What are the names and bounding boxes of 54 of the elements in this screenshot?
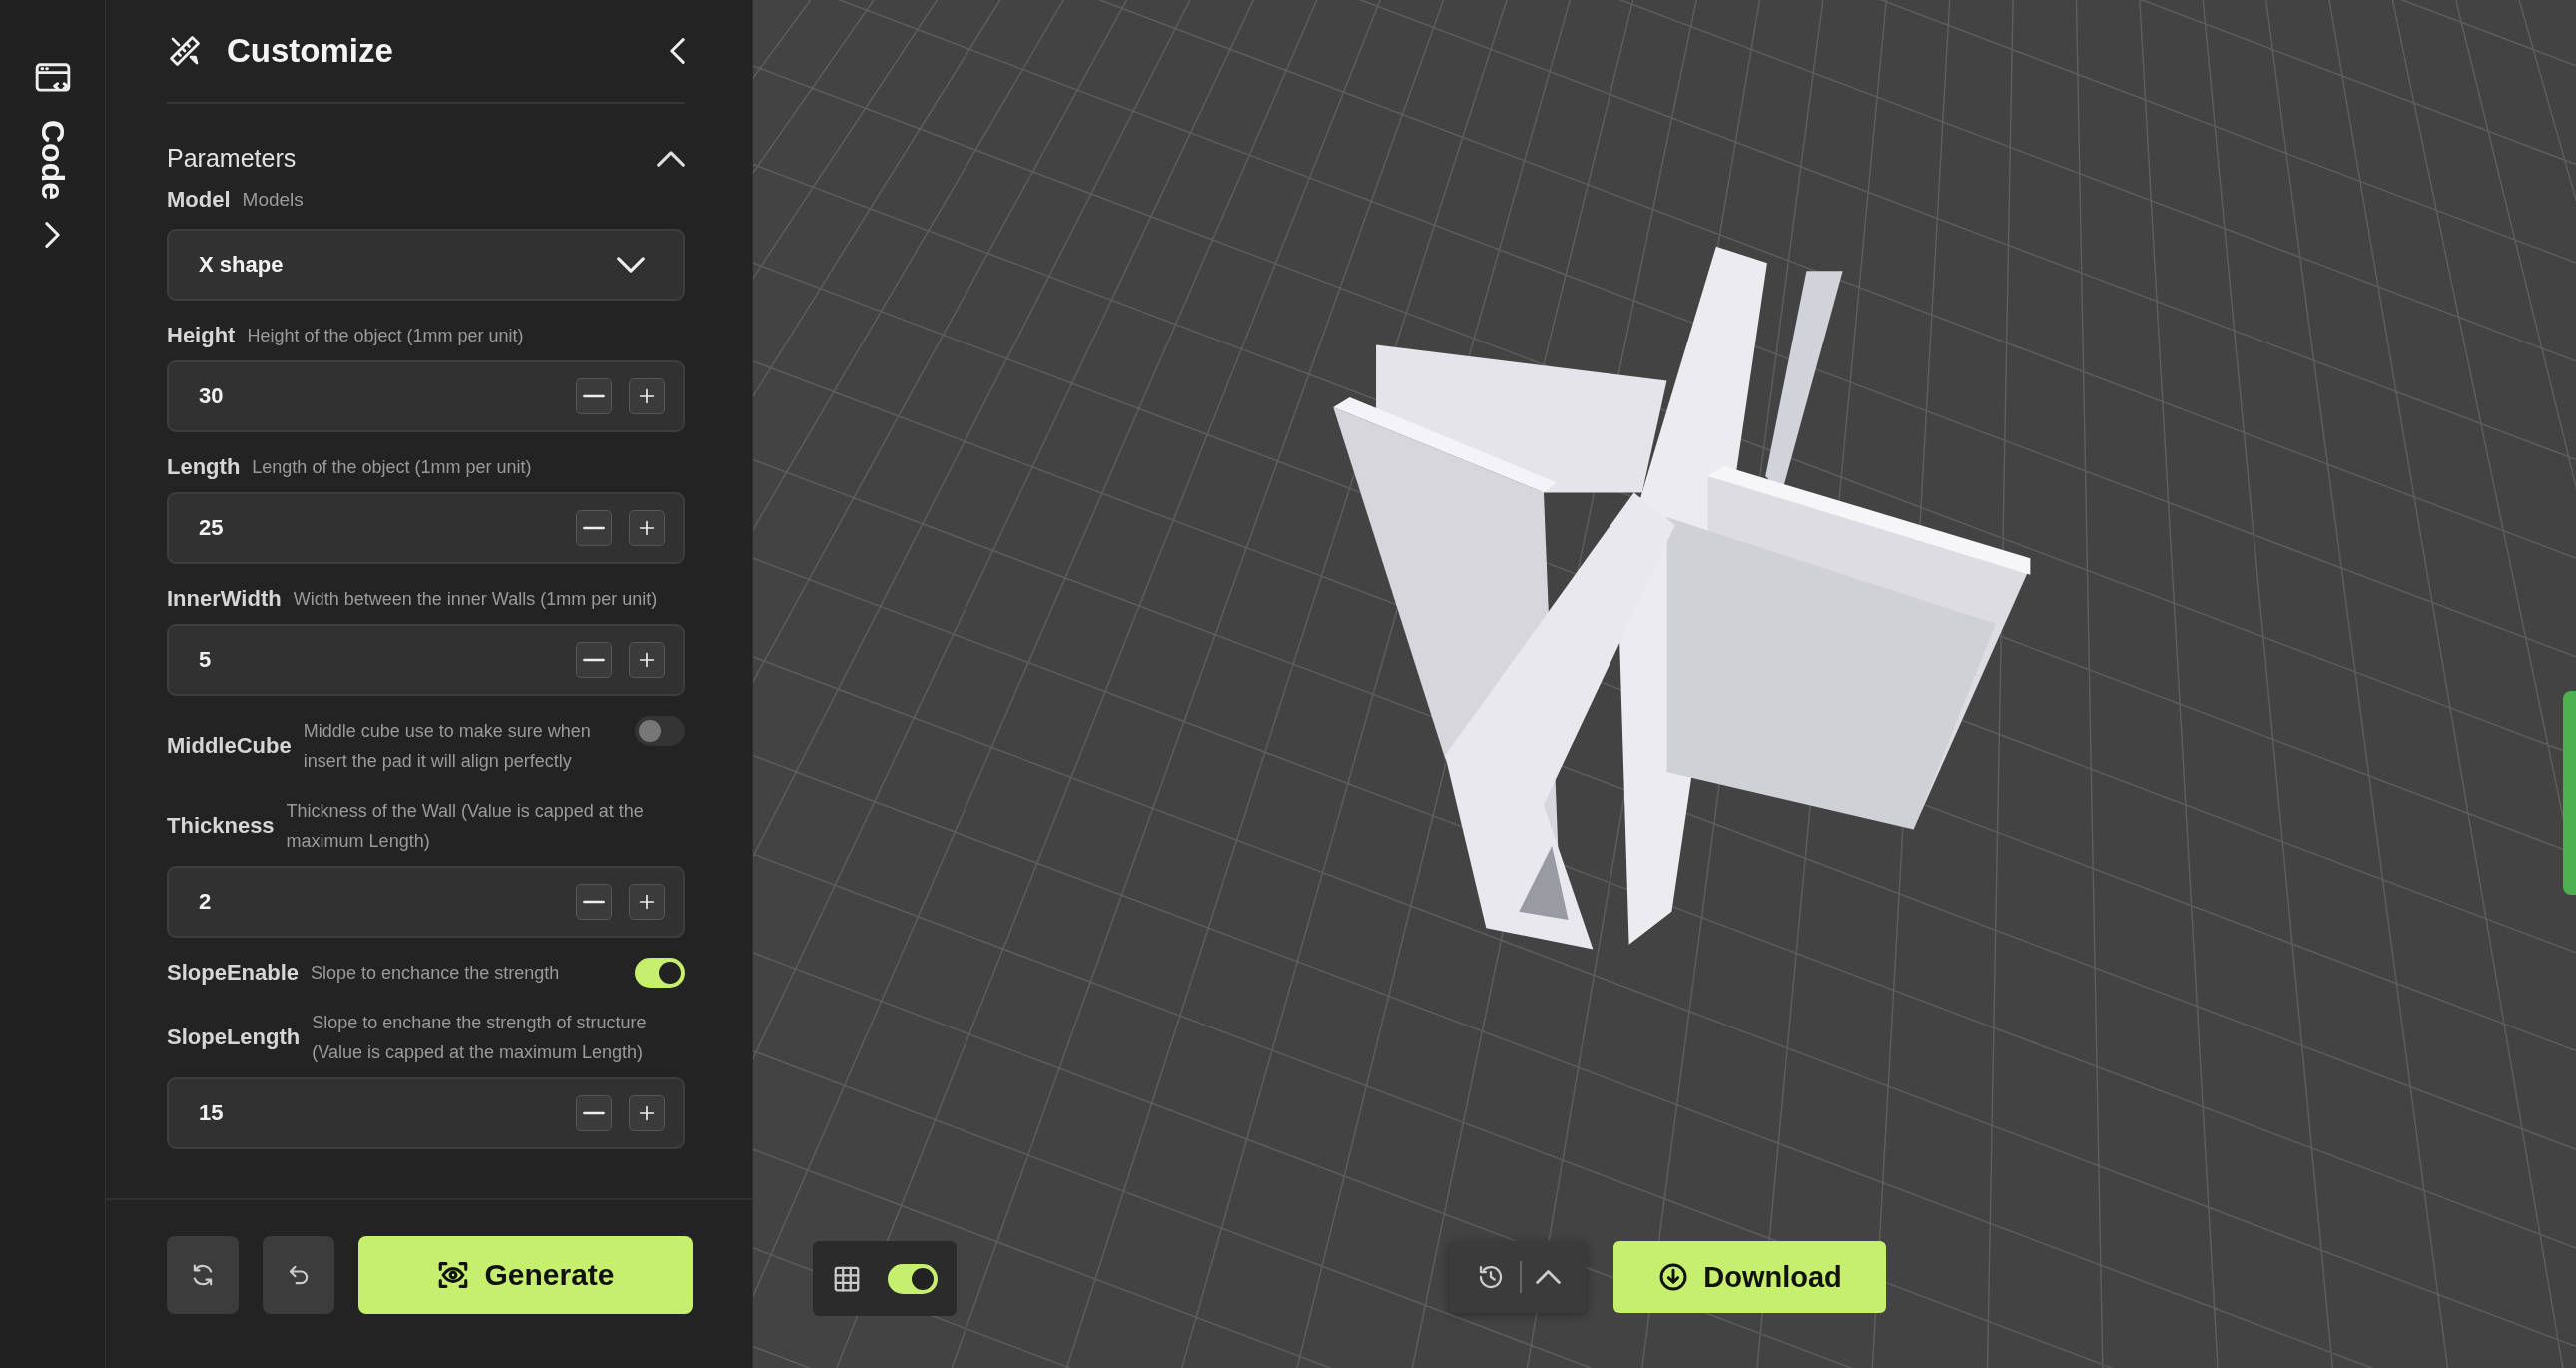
minus-icon [583, 393, 605, 399]
parameter-hint: Thickness of the Wall (Value is capped at the maximum Length) [286, 800, 645, 853]
increment-button[interactable] [629, 884, 665, 920]
minus-icon [583, 525, 605, 531]
reset-button[interactable] [167, 1236, 239, 1314]
parameter-label: Thickness [167, 813, 275, 839]
parameter-hint: Height of the object (1mm per unit) [247, 325, 525, 347]
number-field[interactable]: 2 [167, 866, 685, 938]
parameter-hint: Length of the object (1mm per unit) [252, 456, 533, 479]
parameter-hint: Models [242, 188, 305, 212]
toggle-switch[interactable] [635, 716, 685, 746]
parameter-hint: Width between the inner Walls (1mm per unit) [293, 588, 659, 611]
parameter-label: MiddleCube [167, 733, 292, 759]
number-field[interactable]: 5 [167, 624, 685, 696]
chevron-up-icon[interactable] [657, 150, 685, 167]
parameter-hint: Slope to enchane the strength of structure (Value is capped at the maximum Length) [312, 1012, 648, 1064]
parameter-hint: Slope to enchance the strength [311, 962, 561, 985]
side-handle[interactable] [2563, 691, 2576, 895]
section-title[interactable]: Parameters [167, 144, 297, 173]
download-button[interactable]: Download [1613, 1241, 1886, 1313]
parameter-hint: Middle cube use to make sure when insert the pad it will align perfectly [303, 720, 592, 773]
increment-button[interactable] [629, 642, 665, 678]
grid-toggle[interactable] [888, 1263, 938, 1294]
decrement-button[interactable] [576, 642, 612, 678]
minus-icon [583, 1110, 605, 1116]
toggle-switch[interactable] [635, 958, 685, 988]
parameter-label: InnerWidth [167, 586, 282, 612]
decrement-button[interactable] [576, 884, 612, 920]
decrement-button[interactable] [576, 378, 612, 414]
dropdown[interactable]: X shape [167, 229, 685, 301]
chevron-up-icon [1535, 1270, 1561, 1284]
generate-button[interactable]: Generate [358, 1236, 693, 1314]
increment-button[interactable] [629, 510, 665, 546]
parameter-label: Model [167, 187, 231, 213]
chevron-right-icon [45, 222, 60, 248]
number-field[interactable]: 15 [167, 1077, 685, 1149]
decrement-button[interactable] [576, 510, 612, 546]
parameter-label: SlopeLength [167, 1025, 301, 1050]
expand-button[interactable] [1535, 1270, 1561, 1284]
number-field[interactable]: 30 [167, 360, 685, 432]
number-field[interactable]: 25 [167, 492, 685, 564]
parameter-label: Length [167, 454, 241, 480]
increment-button[interactable] [629, 378, 665, 414]
minus-icon [583, 899, 605, 905]
increment-button[interactable] [629, 1095, 665, 1131]
parameter-label: Height [167, 323, 236, 348]
sidebar-tab-label[interactable]: Code [36, 120, 69, 200]
ruler-pencil-icon [167, 33, 203, 69]
parameter-label: SlopeEnable [167, 960, 300, 986]
minus-icon [583, 657, 605, 663]
decrement-button[interactable] [576, 1095, 612, 1131]
chevron-left-icon [670, 38, 685, 64]
chevron-down-icon [617, 257, 645, 273]
panel-title: Customize [227, 32, 393, 70]
